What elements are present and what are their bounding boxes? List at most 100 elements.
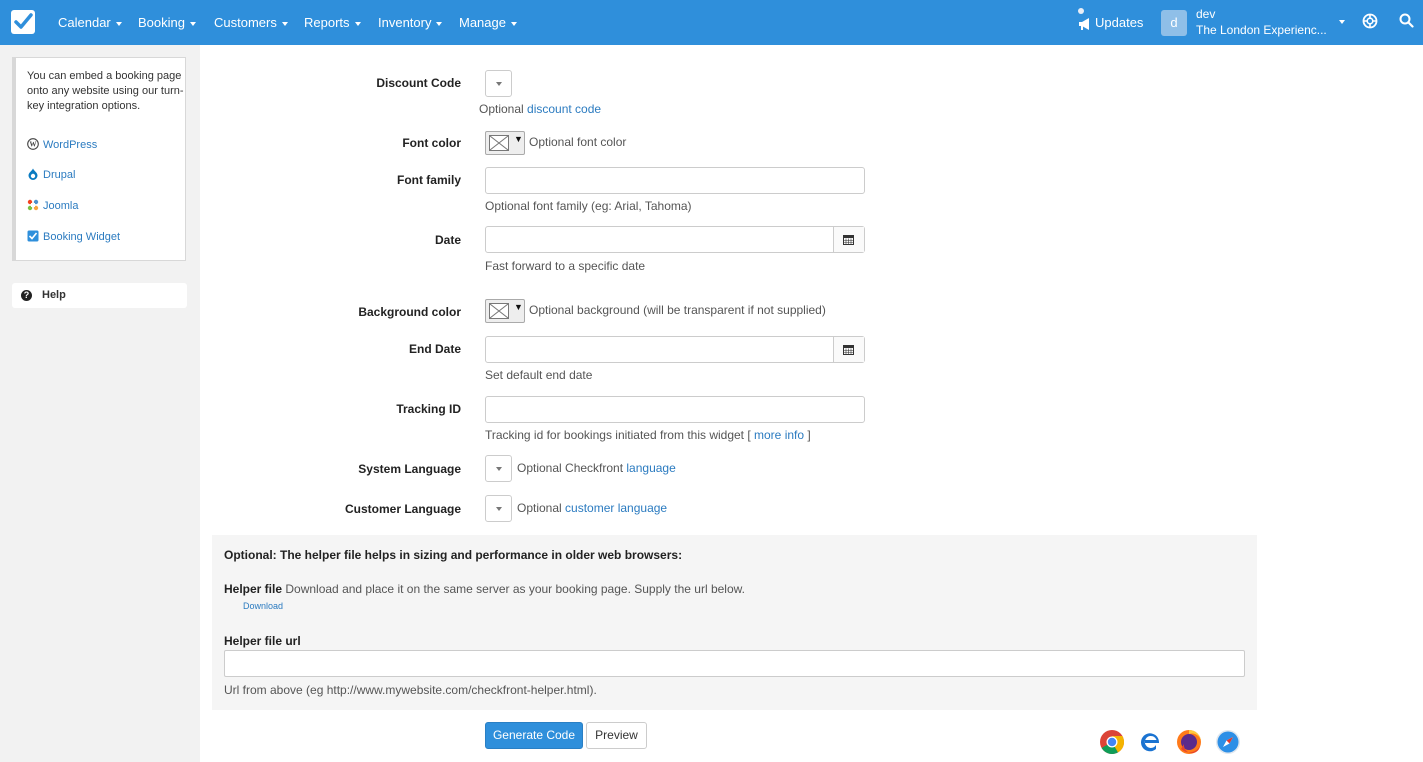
nav-reports[interactable]: Reports bbox=[304, 0, 361, 45]
font-family-input[interactable] bbox=[485, 167, 865, 194]
helper-file-description: Helper file Download and place it on the… bbox=[224, 582, 745, 596]
sidebar-link-joomla[interactable]: Joomla bbox=[27, 199, 78, 212]
nav-booking-label: Booking bbox=[138, 15, 185, 30]
svg-text:W: W bbox=[30, 141, 37, 149]
hint-text: ] bbox=[804, 428, 811, 442]
calendar-icon bbox=[843, 345, 854, 355]
background-color-label: Background color bbox=[358, 305, 461, 319]
edge-icon bbox=[1141, 733, 1159, 752]
background-color-picker[interactable]: ▼ bbox=[485, 299, 525, 323]
dropdown-arrow-icon: ▼ bbox=[514, 134, 523, 144]
helper-file-text: Download and place it on the same server… bbox=[282, 582, 745, 596]
nav-manage[interactable]: Manage bbox=[459, 0, 517, 45]
nav-calendar-label: Calendar bbox=[58, 15, 111, 30]
firefox-icon bbox=[1177, 730, 1201, 754]
font-color-hint: Optional font color bbox=[529, 135, 627, 149]
chrome-icon bbox=[1100, 730, 1125, 755]
avatar[interactable]: d bbox=[1161, 10, 1187, 36]
nav-reports-label: Reports bbox=[304, 15, 350, 30]
font-color-picker[interactable]: ▼ bbox=[485, 131, 525, 155]
sidebar-link-wordpress[interactable]: W WordPress bbox=[27, 138, 97, 151]
customer-language-label: Customer Language bbox=[344, 502, 461, 516]
helper-file-label: Helper file bbox=[224, 582, 283, 596]
end-date-hint: Set default end date bbox=[485, 368, 593, 382]
date-hint: Fast forward to a specific date bbox=[485, 259, 646, 273]
sidebar: You can embed a booking page onto any we… bbox=[0, 45, 200, 762]
wordpress-icon: W bbox=[27, 138, 39, 150]
question-circle-icon: ? bbox=[21, 290, 32, 301]
chevron-down-icon bbox=[354, 21, 361, 26]
tracking-id-hint: Tracking id for bookings initiated from … bbox=[485, 428, 811, 442]
helper-url-label: Helper file url bbox=[224, 634, 301, 648]
customer-language-link[interactable]: customer language bbox=[565, 501, 667, 515]
system-language-select[interactable] bbox=[485, 455, 512, 482]
chevron-down-icon bbox=[189, 21, 196, 26]
user-menu-chevron-icon[interactable] bbox=[1339, 20, 1345, 24]
system-language-label: System Language bbox=[358, 462, 461, 476]
updates-label: Updates bbox=[1095, 15, 1144, 30]
updates-button[interactable]: Updates bbox=[1078, 0, 1143, 45]
font-family-label: Font family bbox=[396, 173, 461, 187]
helper-file-panel: Optional: The helper file helps in sizin… bbox=[212, 535, 1257, 710]
generate-code-button[interactable]: Generate Code bbox=[485, 722, 583, 749]
user-organization[interactable]: The London Experienc... bbox=[1196, 23, 1327, 37]
calendar-icon bbox=[843, 235, 854, 245]
integration-panel: You can embed a booking page onto any we… bbox=[12, 57, 186, 261]
sidebar-link-label: Booking Widget bbox=[43, 231, 121, 243]
support-lifebuoy-icon[interactable] bbox=[1362, 13, 1378, 32]
help-button[interactable]: ? Help bbox=[12, 283, 187, 308]
sidebar-link-label: Joomla bbox=[43, 200, 79, 212]
tracking-id-input[interactable] bbox=[485, 396, 865, 423]
drupal-icon bbox=[28, 168, 38, 180]
chevron-down-icon bbox=[115, 21, 122, 26]
safari-icon bbox=[1216, 730, 1240, 754]
date-label: Date bbox=[434, 233, 461, 247]
more-info-link[interactable]: more info bbox=[754, 428, 804, 442]
hint-text: Optional Checkfront bbox=[517, 461, 627, 475]
top-navbar: Calendar Booking Customers Reports Inven… bbox=[0, 0, 1423, 45]
font-family-hint: Optional font family (eg: Arial, Tahoma) bbox=[485, 199, 692, 213]
end-date-label: End Date bbox=[408, 342, 461, 356]
nav-inventory[interactable]: Inventory bbox=[378, 0, 443, 45]
help-label: Help bbox=[42, 289, 66, 301]
dropdown-arrow-icon: ▼ bbox=[514, 302, 523, 312]
calendar-button[interactable] bbox=[833, 337, 864, 362]
user-name[interactable]: dev bbox=[1196, 7, 1215, 21]
tracking-id-label: Tracking ID bbox=[396, 402, 461, 416]
calendar-button[interactable] bbox=[833, 227, 864, 252]
nav-manage-label: Manage bbox=[459, 15, 506, 30]
hint-text: Optional bbox=[479, 102, 528, 116]
megaphone-icon bbox=[1079, 17, 1089, 30]
search-icon[interactable] bbox=[1399, 13, 1414, 31]
sidebar-link-label: Drupal bbox=[43, 169, 76, 181]
discount-code-label: Discount Code bbox=[376, 76, 461, 90]
helper-url-hint: Url from above (eg http://www.mywebsite.… bbox=[224, 683, 597, 697]
hint-text: Optional bbox=[517, 501, 566, 515]
joomla-icon bbox=[27, 199, 39, 211]
discount-code-select[interactable] bbox=[485, 70, 512, 97]
customer-language-select[interactable] bbox=[485, 495, 512, 522]
chevron-down-icon bbox=[510, 21, 517, 26]
sidebar-link-booking-widget[interactable]: Booking Widget bbox=[27, 230, 120, 243]
end-date-input[interactable] bbox=[485, 336, 865, 363]
helper-url-input[interactable] bbox=[224, 650, 1245, 677]
language-link[interactable]: language bbox=[626, 461, 675, 475]
nav-calendar[interactable]: Calendar bbox=[58, 0, 122, 45]
chevron-down-icon bbox=[436, 21, 443, 26]
sidebar-link-label: WordPress bbox=[43, 139, 98, 151]
empty-color-swatch-icon bbox=[489, 303, 509, 319]
font-color-label: Font color bbox=[402, 136, 461, 150]
discount-code-link[interactable]: discount code bbox=[527, 102, 601, 116]
checkfront-logo-icon[interactable] bbox=[11, 10, 35, 34]
nav-inventory-label: Inventory bbox=[378, 15, 432, 30]
system-language-hint: Optional Checkfront language bbox=[517, 461, 676, 475]
customer-language-hint: Optional customer language bbox=[517, 501, 667, 515]
date-input[interactable] bbox=[485, 226, 865, 253]
preview-button[interactable]: Preview bbox=[586, 722, 647, 749]
nav-booking[interactable]: Booking bbox=[138, 0, 196, 45]
download-link[interactable]: Download bbox=[243, 601, 283, 611]
sidebar-link-drupal[interactable]: Drupal bbox=[27, 168, 75, 181]
checkmark-icon bbox=[27, 230, 39, 242]
nav-customers[interactable]: Customers bbox=[214, 0, 288, 45]
chevron-down-icon bbox=[281, 21, 288, 26]
